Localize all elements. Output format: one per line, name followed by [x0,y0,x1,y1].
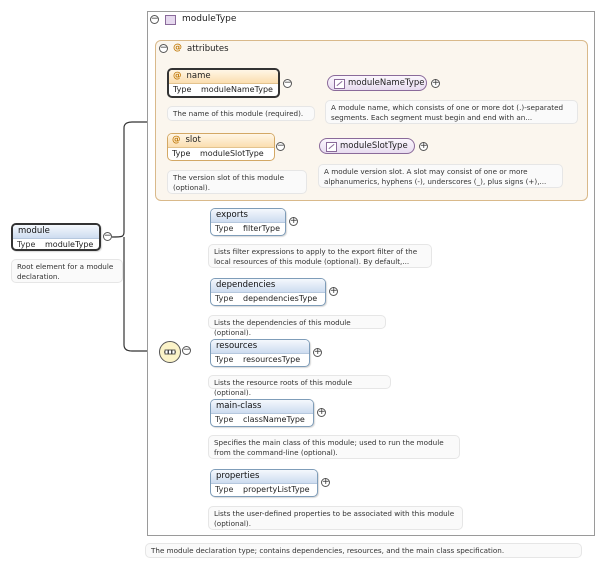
attribute-name-label: slot [185,135,201,145]
collapse-icon[interactable]: − [150,15,159,24]
expand-icon[interactable]: + [317,408,326,417]
element-documentation: Lists the user-defined properties to be … [208,506,463,530]
element-type: classNameType [243,415,305,424]
attribute-documentation: The name of this module (required). [167,106,315,121]
simple-type-icon [334,79,345,89]
collapse-icon[interactable]: − [103,232,112,241]
attributes-label: attributes [187,44,229,54]
type-label: Type [172,149,191,158]
complex-type-name: moduleType [182,14,237,24]
type-label: Type [17,240,36,249]
element-name: exports [211,209,285,223]
simple-type-documentation: A module version slot. A slot may consis… [318,164,563,188]
element-type: filterType [243,224,280,233]
sequence-icon[interactable] [159,341,181,363]
expand-icon[interactable]: + [289,217,298,226]
element-documentation: Specifies the main class of this module;… [208,435,460,459]
collapse-icon[interactable]: − [276,142,285,151]
attribute-type: moduleNameType [201,85,273,94]
expand-icon[interactable]: + [321,478,330,487]
element-documentation: Lists the dependencies of this module (o… [208,315,386,337]
expand-icon[interactable]: + [313,348,322,357]
attribute-icon: @ [172,135,181,145]
element-name: main-class [211,400,313,414]
collapse-icon[interactable]: − [283,79,292,88]
element-name: dependencies [211,279,325,293]
attribute-icon: @ [173,71,182,81]
element-documentation: Lists filter expressions to apply to the… [208,244,432,268]
type-label: Type [173,85,192,94]
element-type: moduleType [45,240,94,249]
sequence-glyph [164,349,176,355]
element-main-class[interactable]: main-class Type classNameType [210,399,314,427]
expand-icon[interactable]: + [329,287,338,296]
attribute-slot[interactable]: @ slot Type moduleSlotType [167,133,275,161]
attribute-documentation: The version slot of this module (optiona… [167,170,307,194]
simple-type-name: moduleSlotType [340,141,408,151]
attribute-icon: @ [173,43,182,53]
element-properties[interactable]: properties Type propertyListType [210,469,318,497]
attribute-type: moduleSlotType [200,149,264,158]
attribute-name[interactable]: @ name Type moduleNameType [167,68,280,98]
type-label: Type [215,224,234,233]
element-type: dependenciesType [243,294,318,303]
element-exports[interactable]: exports Type filterType [210,208,286,236]
element-documentation: Root element for a module declaration. [11,259,123,283]
element-resources[interactable]: resources Type resourcesType [210,339,310,367]
attribute-name-label: name [186,71,211,81]
element-type: propertyListType [243,485,310,494]
element-dependencies[interactable]: dependencies Type dependenciesType [210,278,326,306]
type-label: Type [215,294,234,303]
simple-type-module-slot[interactable]: moduleSlotType [319,138,415,154]
collapse-icon[interactable]: − [182,346,191,355]
type-label: Type [215,415,234,424]
element-name: resources [211,340,309,354]
complex-type-icon [165,15,176,25]
simple-type-documentation: A module name, which consists of one or … [325,100,578,124]
complex-type-documentation: The module declaration type; contains de… [145,543,582,558]
expand-icon[interactable]: + [419,142,428,151]
element-type: resourcesType [243,355,301,364]
element-module[interactable]: module Type moduleType [11,223,101,251]
element-name: properties [211,470,317,484]
type-label: Type [215,355,234,364]
simple-type-icon [326,142,337,152]
element-documentation: Lists the resource roots of this module … [208,375,391,397]
simple-type-name: moduleNameType [348,78,425,88]
element-name: module [13,225,99,239]
simple-type-module-name[interactable]: moduleNameType [327,75,427,91]
type-label: Type [215,485,234,494]
expand-icon[interactable]: + [431,79,440,88]
collapse-icon[interactable]: − [159,44,168,53]
